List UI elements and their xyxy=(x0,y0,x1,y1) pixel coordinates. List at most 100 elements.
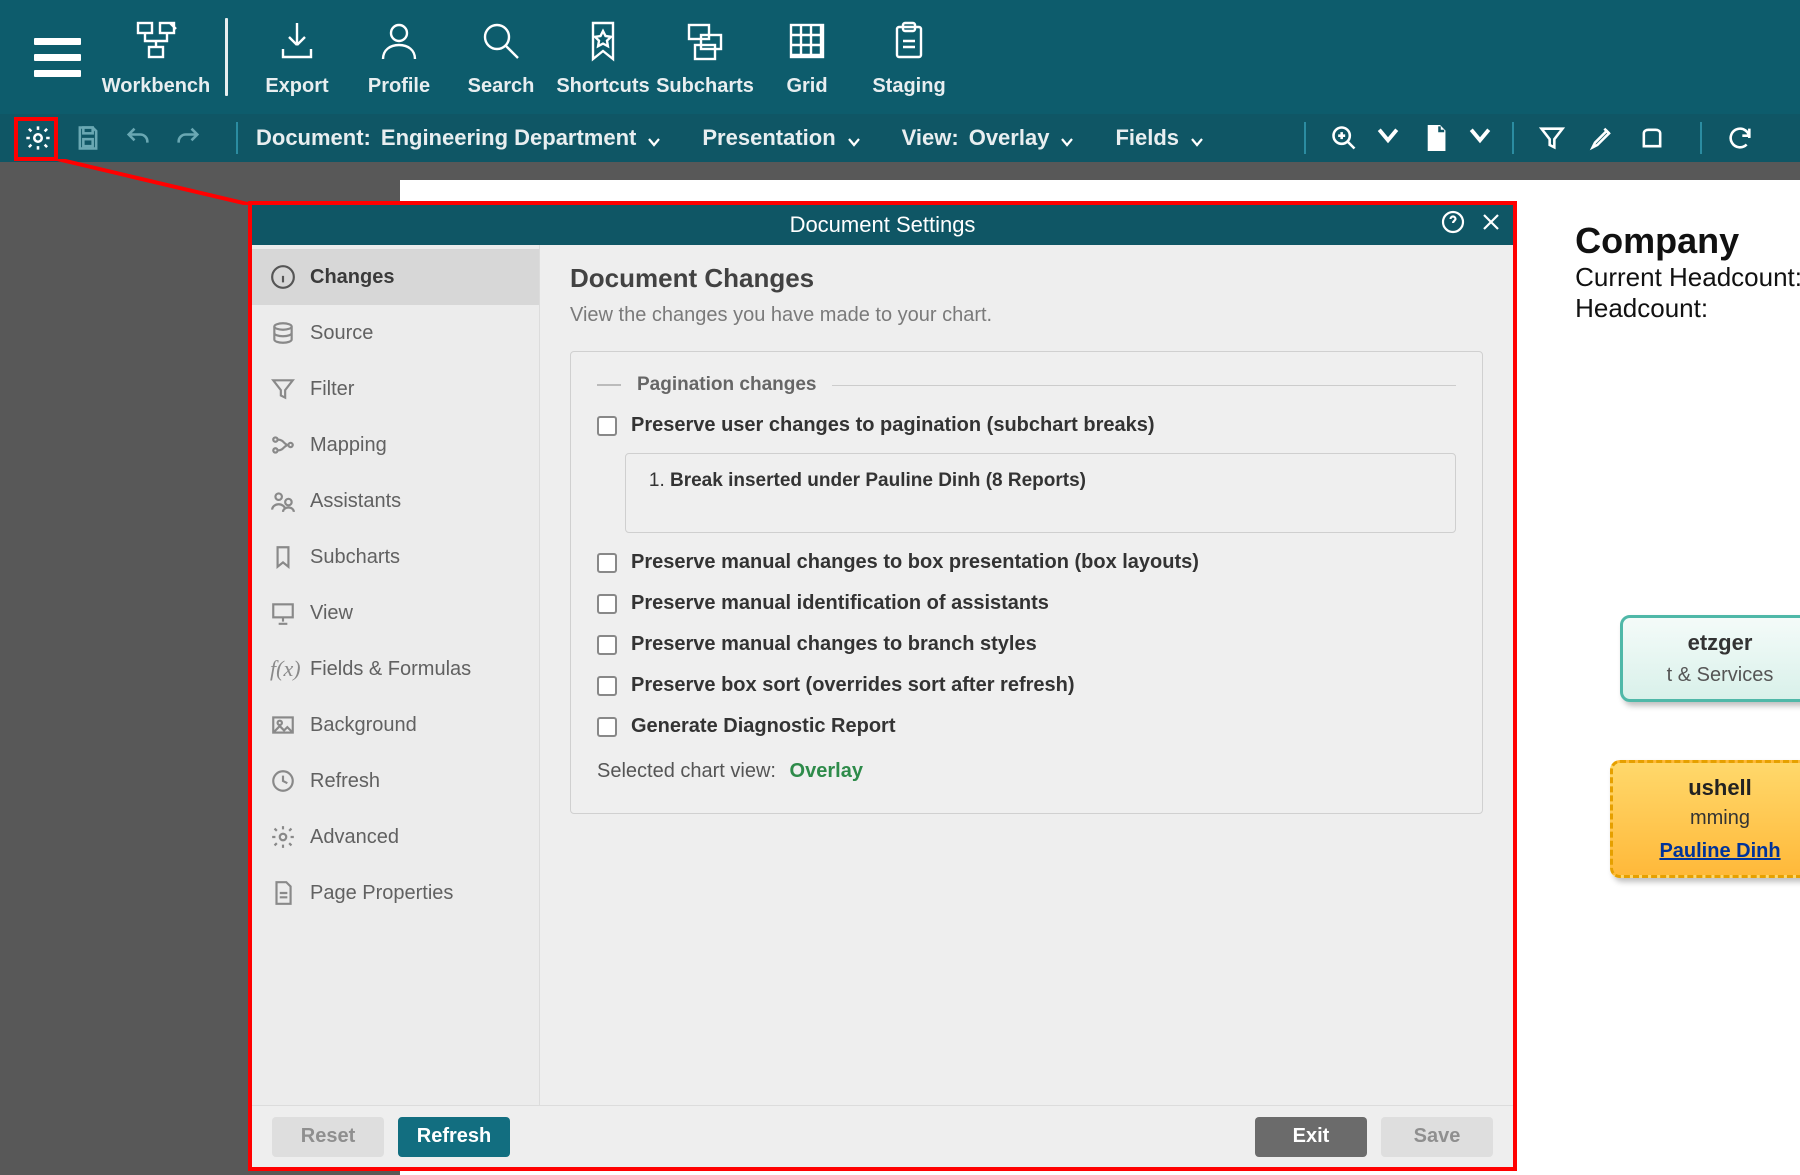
checkbox-diagnostic-label: Generate Diagnostic Report xyxy=(631,715,896,738)
save-button[interactable]: Save xyxy=(1381,1117,1493,1157)
tool-workbench[interactable]: Workbench xyxy=(105,0,207,114)
nav-item-assistants[interactable]: Assistants xyxy=(252,473,539,529)
subcharts-icon xyxy=(681,17,729,65)
nav-item-filter[interactable]: Filter xyxy=(252,361,539,417)
tool-grid-label: Grid xyxy=(786,75,827,98)
fields-selector[interactable]: Fields xyxy=(1115,125,1205,151)
nav-item-background[interactable]: Background xyxy=(252,697,539,753)
tool-shortcuts[interactable]: Shortcuts xyxy=(552,0,654,114)
list-item: Break inserted under Pauline Dinh (8 Rep… xyxy=(670,470,1435,492)
dialog-main: Document Changes View the changes you ha… xyxy=(540,245,1513,1105)
nav-item-advanced[interactable]: Advanced xyxy=(252,809,539,865)
changes-panel: Pagination changes Preserve user changes… xyxy=(570,351,1483,814)
nav-item-source[interactable]: Source xyxy=(252,305,539,361)
checkbox-box-sort-label: Preserve box sort (overrides sort after … xyxy=(631,674,1075,697)
tool-subcharts-label: Subcharts xyxy=(656,75,754,98)
hamburger-menu-icon[interactable] xyxy=(30,30,85,85)
selected-chart-view: Selected chart view: Overlay xyxy=(597,760,1456,783)
org-card-teal[interactable]: etzger t & Services xyxy=(1620,615,1800,702)
checkbox-preserve-pagination[interactable] xyxy=(597,416,617,436)
group-pagination-label: Pagination changes xyxy=(637,374,816,396)
org-card-role: mming xyxy=(1629,807,1800,830)
nav-item-page-properties[interactable]: Page Properties xyxy=(252,865,539,921)
shortcuts-icon xyxy=(579,17,627,65)
org-card-name: ushell xyxy=(1629,775,1800,801)
view-selector[interactable]: View: Overlay xyxy=(902,125,1076,151)
settings-gear-icon[interactable] xyxy=(18,118,58,158)
highlighter-icon[interactable] xyxy=(1582,118,1622,158)
nav-item-refresh[interactable]: Refresh xyxy=(252,753,539,809)
org-card-orange[interactable]: ushell mming Pauline Dinh xyxy=(1610,760,1800,878)
nav-item-label: Changes xyxy=(310,266,394,289)
page-title: Company xyxy=(1575,220,1800,262)
tool-workbench-label: Workbench xyxy=(102,75,211,98)
org-card-name: etzger xyxy=(1639,630,1800,656)
subtoolbar-divider xyxy=(236,122,238,154)
close-icon[interactable] xyxy=(1479,210,1503,240)
nav-item-view[interactable]: View xyxy=(252,585,539,641)
document-selector[interactable]: Document: Engineering Department xyxy=(256,125,662,151)
fx-icon: f(x) xyxy=(270,656,296,682)
search-icon xyxy=(477,17,525,65)
tool-export-label: Export xyxy=(265,75,328,98)
nav-item-label: Filter xyxy=(310,378,354,401)
gear-icon xyxy=(270,824,296,850)
nav-item-label: Source xyxy=(310,322,373,345)
toolbar-divider xyxy=(225,18,228,96)
top-toolbar: Workbench Export Profile Search Shortcut… xyxy=(0,0,1800,114)
subtoolbar-right-icons xyxy=(1286,118,1800,158)
tool-staging[interactable]: Staging xyxy=(858,0,960,114)
checkbox-branch-styles-label: Preserve manual changes to branch styles xyxy=(631,633,1037,656)
checkbox-preserve-pagination-label: Preserve user changes to pagination (sub… xyxy=(631,414,1155,437)
checkbox-box-sort[interactable] xyxy=(597,676,617,696)
chevron-down-icon xyxy=(846,130,862,146)
org-card-link[interactable]: Pauline Dinh xyxy=(1629,840,1800,863)
exit-button[interactable]: Exit xyxy=(1255,1117,1367,1157)
presentation-selector[interactable]: Presentation xyxy=(702,125,861,151)
tool-grid[interactable]: Grid xyxy=(756,0,858,114)
clock-icon xyxy=(270,768,296,794)
nav-item-fields-formulas[interactable]: f(x) Fields & Formulas xyxy=(252,641,539,697)
nav-item-label: Background xyxy=(310,714,417,737)
chevron-down-icon xyxy=(646,130,662,146)
tool-shortcuts-label: Shortcuts xyxy=(556,75,649,98)
help-icon[interactable] xyxy=(1441,210,1465,240)
image-icon xyxy=(270,712,296,738)
checkbox-diagnostic[interactable] xyxy=(597,717,617,737)
dialog-title-label: Document Settings xyxy=(790,212,976,238)
subtoolbar-divider xyxy=(1304,122,1306,154)
tool-profile[interactable]: Profile xyxy=(348,0,450,114)
subtoolbar-divider xyxy=(1512,122,1514,154)
nav-item-subcharts[interactable]: Subcharts xyxy=(252,529,539,585)
tool-export[interactable]: Export xyxy=(246,0,348,114)
chevron-down-icon xyxy=(1059,130,1075,146)
filter-icon[interactable] xyxy=(1532,118,1572,158)
refresh-button[interactable]: Refresh xyxy=(398,1117,510,1157)
zoom-icon[interactable] xyxy=(1324,118,1364,158)
nav-item-changes[interactable]: Changes xyxy=(252,249,539,305)
tool-subcharts[interactable]: Subcharts xyxy=(654,0,756,114)
reset-button[interactable]: Reset xyxy=(272,1117,384,1157)
checkbox-branch-styles[interactable] xyxy=(597,635,617,655)
presentation-icon xyxy=(270,600,296,626)
checkbox-box-presentation-label: Preserve manual changes to box presentat… xyxy=(631,551,1199,574)
checkbox-box-presentation[interactable] xyxy=(597,553,617,573)
tool-search[interactable]: Search xyxy=(450,0,552,114)
document-icon xyxy=(270,880,296,906)
staging-icon xyxy=(885,17,933,65)
document-settings-dialog: Document Settings Changes Source Filter … xyxy=(252,205,1513,1167)
refresh-cycle-icon[interactable] xyxy=(1720,118,1760,158)
checkbox-assistants[interactable] xyxy=(597,594,617,614)
tool-profile-label: Profile xyxy=(368,75,430,98)
redo-icon[interactable] xyxy=(168,118,208,158)
tool-search-label: Search xyxy=(468,75,535,98)
undo-icon[interactable] xyxy=(118,118,158,158)
nav-item-label: Refresh xyxy=(310,770,380,793)
page-icon[interactable] xyxy=(1416,118,1456,158)
presentation-label: Presentation xyxy=(702,125,835,151)
nav-item-mapping[interactable]: Mapping xyxy=(252,417,539,473)
save-icon[interactable] xyxy=(68,118,108,158)
layout-icon[interactable] xyxy=(1632,118,1672,158)
page-heading-block: Company Current Headcount: Headcount: xyxy=(1575,220,1800,324)
group-pagination: Pagination changes xyxy=(597,374,1456,396)
